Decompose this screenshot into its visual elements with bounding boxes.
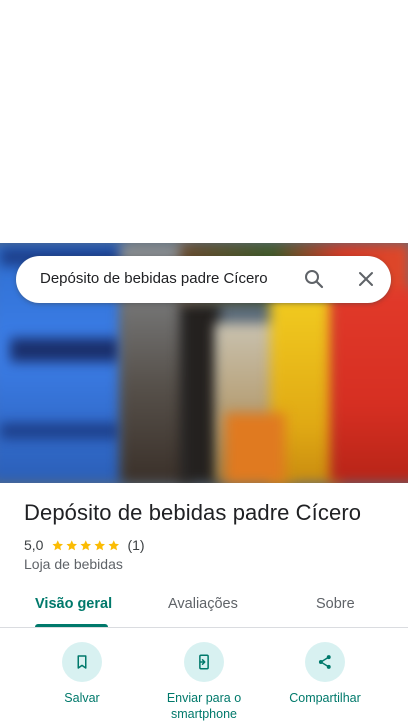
rating-stars (51, 539, 121, 552)
star-icon (94, 539, 106, 550)
send-to-phone-button-circle[interactable] (184, 642, 224, 682)
send-to-phone-icon (199, 654, 209, 670)
place-category: Loja de bebidas (24, 556, 123, 572)
action-bar: Salvar Enviar para o smartphone Comparti… (0, 640, 408, 726)
save-button[interactable]: Salvar (22, 642, 142, 706)
close-icon[interactable] (354, 267, 378, 291)
search-icon[interactable] (302, 267, 326, 291)
review-count[interactable]: (1) (127, 537, 144, 553)
send-to-phone-label: Enviar para o smartphone (166, 691, 242, 721)
search-bar[interactable]: Depósito de bebidas padre Cícero (16, 256, 391, 303)
bookmark-icon (77, 655, 87, 669)
tab-overview[interactable]: Visão geral (35, 596, 112, 612)
send-to-phone-button[interactable]: Enviar para o smartphone (144, 642, 264, 722)
share-button-circle[interactable] (305, 642, 345, 682)
star-icon (108, 539, 120, 550)
save-button-circle[interactable] (62, 642, 102, 682)
active-tab-indicator (35, 624, 108, 627)
share-label: Compartilhar (289, 691, 361, 705)
share-button[interactable]: Compartilhar (265, 642, 385, 706)
share-icon (318, 655, 331, 669)
rating-row[interactable]: 5,0 (1) (24, 537, 145, 553)
tab-reviews[interactable]: Avaliações (168, 596, 238, 612)
tab-bar: Visão geral Avaliações Sobre (0, 586, 408, 628)
save-label: Salvar (64, 691, 100, 705)
map-area-blank (0, 0, 408, 243)
star-icon (80, 539, 92, 550)
rating-value: 5,0 (24, 537, 44, 553)
tab-about[interactable]: Sobre (316, 596, 355, 612)
search-input[interactable]: Depósito de bebidas padre Cícero (40, 270, 268, 287)
place-title: Depósito de bebidas padre Cícero (24, 500, 362, 525)
star-icon (52, 539, 64, 550)
star-icon (66, 539, 78, 550)
